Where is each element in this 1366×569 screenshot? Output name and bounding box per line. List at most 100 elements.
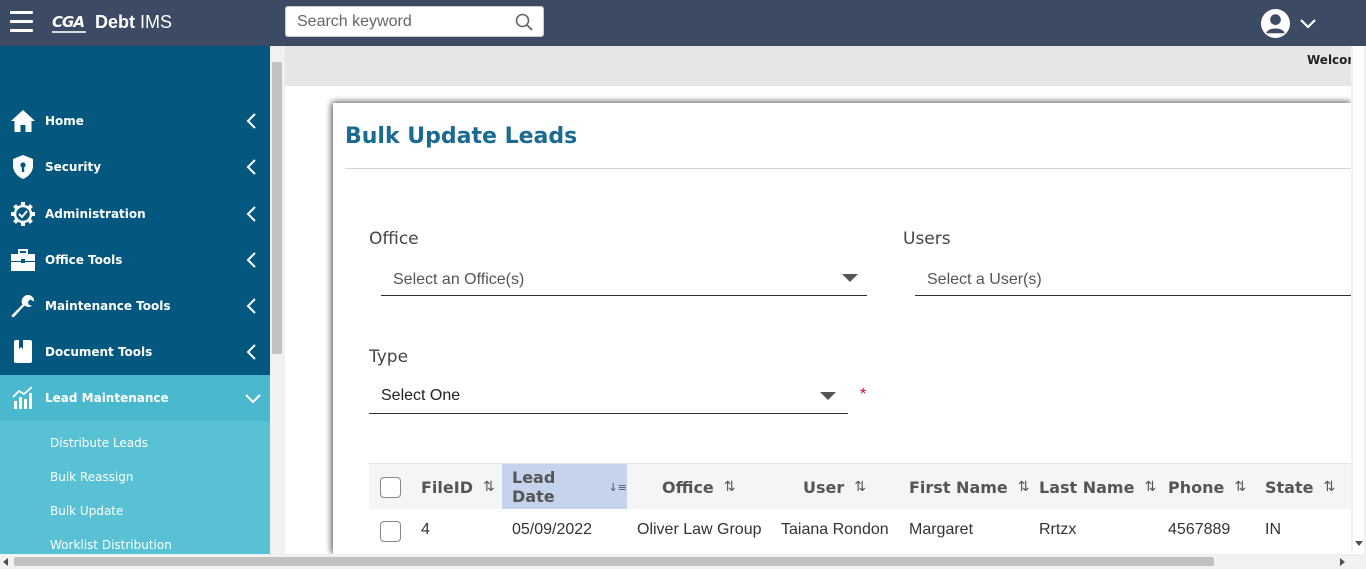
users-select[interactable]: Select a User(s) bbox=[915, 266, 1351, 296]
sidebar-item-maintenance-tools[interactable]: Maintenance Tools bbox=[0, 283, 270, 329]
type-label: Type bbox=[369, 347, 409, 367]
type-select[interactable]: Select One bbox=[369, 382, 848, 414]
column-header-state[interactable]: State ⇅ bbox=[1265, 464, 1335, 510]
type-select-value: Select One bbox=[381, 387, 461, 404]
users-select-placeholder: Select a User(s) bbox=[927, 271, 1042, 288]
sidebar-scrollbar-thumb[interactable] bbox=[272, 62, 282, 354]
horizontal-scrollbar-thumb[interactable] bbox=[14, 557, 1214, 566]
chevron-left-icon bbox=[246, 113, 256, 129]
sidebar-item-security[interactable]: Security bbox=[0, 144, 270, 190]
office-select-placeholder: Select an Office(s) bbox=[393, 271, 525, 288]
title-divider bbox=[345, 168, 1351, 169]
chevron-left-icon bbox=[246, 252, 256, 268]
sort-icon: ⇅ bbox=[1017, 479, 1030, 495]
cell-state: IN bbox=[1265, 521, 1281, 538]
column-header-label: Lead Date bbox=[512, 468, 556, 506]
row-checkbox[interactable] bbox=[380, 521, 401, 542]
cell-phone: 4567889 bbox=[1168, 521, 1231, 538]
welcome-bar bbox=[285, 46, 1351, 86]
app-title-bold: Debt bbox=[95, 12, 135, 32]
sort-icon: ⇅ bbox=[1234, 479, 1247, 495]
column-header-fileid[interactable]: FileID ⇅ bbox=[421, 464, 495, 510]
dropdown-arrow-icon bbox=[842, 274, 858, 282]
table-row[interactable]: 4 05/09/2022 Oliver Law Group Taiana Ron… bbox=[369, 509, 1351, 554]
chevron-left-icon bbox=[246, 159, 256, 175]
chart-icon bbox=[12, 386, 33, 409]
cell-office: Oliver Law Group bbox=[637, 521, 762, 538]
gear-icon bbox=[11, 202, 35, 226]
search-input[interactable] bbox=[286, 7, 506, 36]
chevron-left-icon bbox=[246, 344, 256, 360]
column-header-office[interactable]: Office ⇅ bbox=[662, 464, 736, 510]
sidebar-item-label: Maintenance Tools bbox=[45, 299, 171, 313]
app-title: Debt IMS bbox=[95, 12, 172, 33]
user-avatar-icon[interactable] bbox=[1260, 8, 1291, 39]
company-logo: CGA bbox=[52, 13, 85, 31]
search-box[interactable] bbox=[285, 6, 544, 37]
sidebar-item-administration[interactable]: Administration bbox=[0, 191, 270, 237]
submenu-item-bulk-update[interactable]: Bulk Update bbox=[50, 504, 123, 518]
search-icon[interactable] bbox=[515, 13, 533, 31]
sort-descending-icon: ↓≡ bbox=[608, 480, 627, 494]
sort-icon: ⇅ bbox=[1144, 479, 1157, 495]
book-icon bbox=[14, 340, 32, 363]
submenu-item-worklist-distribution[interactable]: Worklist Distribution bbox=[50, 538, 172, 552]
sort-icon: ⇅ bbox=[482, 479, 495, 495]
sort-icon: ⇅ bbox=[1323, 479, 1336, 495]
cell-fileid: 4 bbox=[421, 521, 430, 538]
scroll-right-arrow-icon[interactable] bbox=[1340, 558, 1345, 566]
home-icon bbox=[11, 110, 35, 132]
scroll-left-arrow-icon[interactable] bbox=[3, 558, 8, 566]
cell-user: Taiana Rondon bbox=[781, 521, 889, 538]
sidebar-item-label: Document Tools bbox=[45, 345, 153, 359]
required-indicator: * bbox=[860, 386, 867, 403]
chevron-down-icon bbox=[245, 394, 261, 404]
column-header-label: Office bbox=[662, 477, 714, 497]
column-header-lead-date[interactable]: Lead Date ↓≡ bbox=[502, 464, 627, 510]
scroll-down-arrow-icon[interactable] bbox=[1355, 541, 1363, 546]
cell-last-name: Rrtzx bbox=[1039, 521, 1077, 538]
cell-lead-date: 05/09/2022 bbox=[512, 521, 593, 538]
office-select[interactable]: Select an Office(s) bbox=[381, 266, 867, 296]
column-header-label: Last Name bbox=[1039, 477, 1135, 497]
sidebar-item-office-tools[interactable]: Office Tools bbox=[0, 237, 270, 283]
sidebar: Home Security Administration Office Tool… bbox=[0, 46, 270, 554]
sidebar-item-label: Security bbox=[45, 160, 102, 174]
sort-icon: ⇅ bbox=[723, 479, 736, 495]
submenu-item-distribute-leads[interactable]: Distribute Leads bbox=[50, 436, 148, 450]
sidebar-item-lead-maintenance[interactable]: Lead Maintenance bbox=[0, 375, 270, 421]
dropdown-arrow-icon bbox=[820, 392, 836, 400]
shield-icon bbox=[13, 155, 33, 179]
sidebar-item-label: Administration bbox=[45, 207, 146, 221]
sort-icon: ⇅ bbox=[854, 479, 866, 495]
column-header-label: FileID bbox=[421, 477, 473, 497]
column-header-last-name[interactable]: Last Name ⇅ bbox=[1039, 464, 1156, 510]
column-header-label: User bbox=[803, 477, 845, 497]
app-title-rest: IMS bbox=[135, 12, 173, 32]
welcome-text: Welcome bbox=[1307, 53, 1351, 67]
column-header-label: First Name bbox=[909, 477, 1008, 497]
chevron-left-icon bbox=[246, 206, 256, 222]
hamburger-menu-icon[interactable] bbox=[10, 11, 33, 33]
column-header-first-name[interactable]: First Name ⇅ bbox=[909, 464, 1030, 510]
page-title: Bulk Update Leads bbox=[345, 124, 578, 149]
chevron-left-icon bbox=[246, 298, 256, 314]
page-vertical-scrollbar[interactable] bbox=[1351, 46, 1366, 554]
column-header-user[interactable]: User ⇅ bbox=[803, 464, 866, 510]
logo-underline bbox=[52, 31, 86, 33]
column-header-label: State bbox=[1265, 477, 1314, 497]
sidebar-item-document-tools[interactable]: Document Tools bbox=[0, 329, 270, 375]
chevron-down-icon[interactable] bbox=[1298, 14, 1318, 34]
page-horizontal-scrollbar[interactable] bbox=[0, 554, 1366, 569]
vertical-scrollbar-thumb[interactable] bbox=[1353, 46, 1364, 554]
sidebar-item-label: Home bbox=[45, 114, 84, 128]
sidebar-item-home[interactable]: Home bbox=[0, 98, 270, 144]
sidebar-scrollbar[interactable] bbox=[270, 46, 285, 554]
users-label: Users bbox=[903, 229, 951, 249]
select-all-checkbox[interactable] bbox=[380, 477, 401, 498]
submenu-item-bulk-reassign[interactable]: Bulk Reassign bbox=[50, 470, 134, 484]
office-label: Office bbox=[369, 229, 419, 249]
column-header-label: Phone bbox=[1168, 477, 1225, 497]
column-header-phone[interactable]: Phone ⇅ bbox=[1168, 464, 1246, 510]
table-header: FileID ⇅ Lead Date ↓≡ Office ⇅ User ⇅ First … bbox=[369, 463, 1351, 510]
